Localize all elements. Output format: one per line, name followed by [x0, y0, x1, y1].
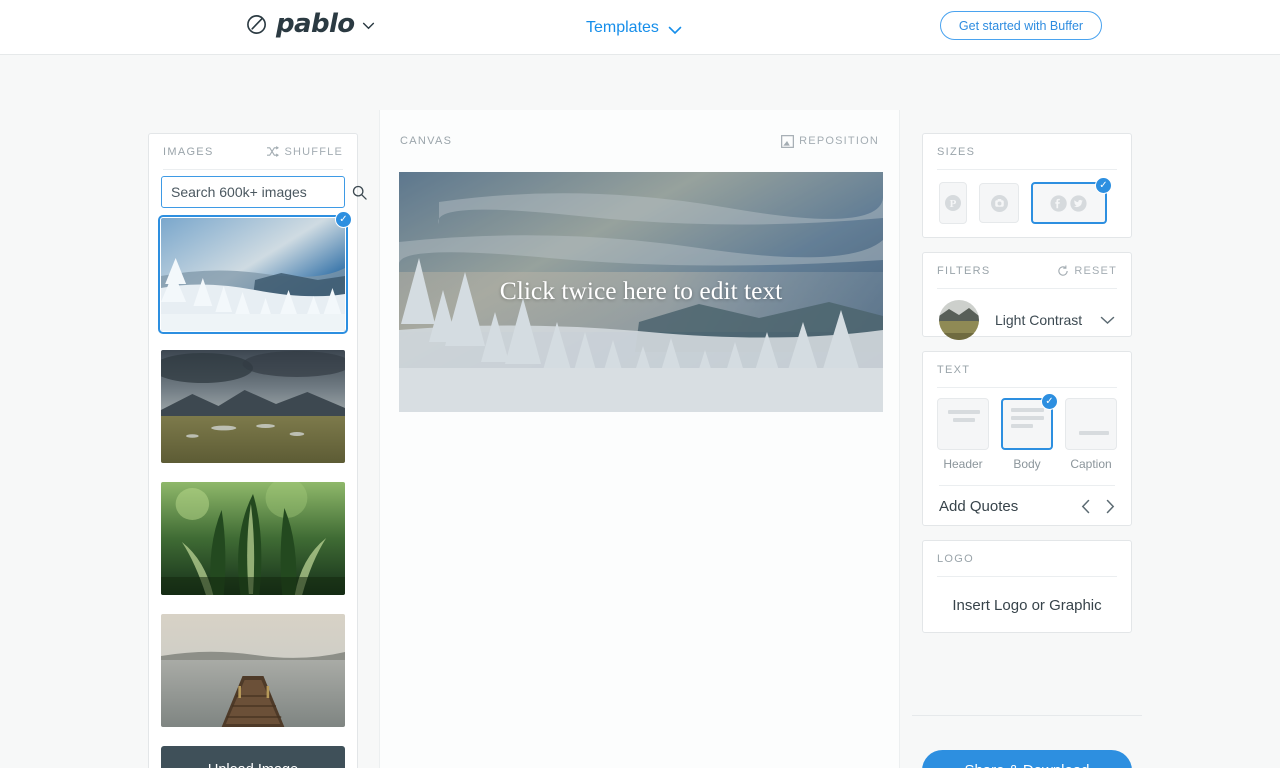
caption-preview — [1065, 398, 1117, 450]
app-header: pablo Templates Get started with Buffer — [0, 0, 1280, 55]
reposition-button[interactable]: REPOSITION — [781, 134, 879, 148]
logo-panel: LOGO Insert Logo or Graphic — [922, 540, 1132, 633]
shuffle-button[interactable]: SHUFFLE — [266, 146, 343, 158]
text-style-body-option[interactable]: ✓ Body — [1001, 393, 1058, 471]
sizes-options: P ✓ — [923, 170, 1131, 224]
reset-filters-button[interactable]: RESET — [1057, 265, 1117, 277]
chevron-right-icon[interactable] — [1106, 499, 1115, 514]
brand-logo[interactable]: pablo — [246, 11, 375, 37]
instagram-icon — [990, 194, 1008, 212]
header-preview — [937, 398, 989, 450]
facebook-twitter-icon — [1050, 194, 1088, 212]
canvas-column: CANVAS REPOSITION Click twice here to ed… — [379, 110, 900, 768]
search-input[interactable] — [171, 184, 352, 200]
thumbnail-art — [161, 614, 345, 727]
templates-menu[interactable]: Templates — [586, 19, 682, 37]
check-circle-icon: ✓ — [335, 211, 352, 228]
get-started-button[interactable]: Get started with Buffer — [940, 11, 1102, 40]
sizes-panel-title: SIZES — [937, 145, 976, 158]
chevron-left-icon[interactable] — [1081, 499, 1090, 514]
size-instagram-option[interactable] — [979, 183, 1019, 223]
text-style-options: Header ✓ Body Caption — [923, 388, 1131, 471]
divider — [912, 715, 1142, 716]
image-thumbnail-stormy-mountain-prairie[interactable] — [161, 350, 345, 463]
body-preview: ✓ — [1001, 393, 1058, 450]
chevron-down-icon — [668, 22, 682, 35]
upload-image-button[interactable]: Upload Image — [161, 746, 345, 768]
image-thumbnail-snowy-forest-winter-landscape[interactable]: ✓ — [158, 211, 352, 334]
add-quotes-label[interactable]: Add Quotes — [939, 498, 1018, 515]
sizes-panel-header: SIZES — [923, 134, 1131, 169]
shuffle-icon — [266, 146, 280, 157]
size-pinterest-option[interactable]: P — [939, 182, 967, 224]
reposition-label: REPOSITION — [799, 135, 879, 147]
logo-panel-title: LOGO — [937, 552, 974, 565]
sizes-panel: SIZES P ✓ — [922, 133, 1132, 238]
chevron-down-icon[interactable] — [362, 18, 375, 30]
preview-line — [1079, 431, 1109, 435]
text-panel: TEXT Header ✓ Body Caption Add Quotes — [922, 351, 1132, 526]
text-style-caption-option[interactable]: Caption — [1065, 398, 1117, 471]
reset-label: RESET — [1074, 264, 1117, 277]
filters-panel-title: FILTERS — [937, 264, 991, 277]
preview-line — [1011, 408, 1044, 412]
image-thumbnail-green-plant-leaves-closeup[interactable] — [161, 482, 345, 595]
thumbnail-art — [161, 482, 345, 595]
image-thumbnail-wooden-pier-on-calm-lake[interactable] — [161, 614, 345, 727]
chevron-down-icon[interactable] — [1100, 316, 1115, 325]
workspace: IMAGES SHUFFLE Search 600k+ images ✓ CAN… — [0, 55, 1280, 768]
logo-panel-header: LOGO — [923, 541, 1131, 576]
canvas-editable-text[interactable]: Click twice here to edit text — [399, 276, 883, 306]
images-panel-title: IMAGES — [163, 145, 214, 158]
reposition-icon — [781, 134, 795, 148]
preview-line — [953, 418, 975, 422]
pinterest-icon: P — [945, 195, 961, 211]
images-panel: IMAGES SHUFFLE Search 600k+ images ✓ — [148, 133, 367, 768]
thumbnail-art — [161, 218, 345, 331]
search-icon[interactable] — [352, 185, 367, 200]
share-and-download-button[interactable]: Share & Download — [922, 750, 1132, 768]
preview-line — [948, 410, 980, 414]
image-thumbnail-list: ✓ — [158, 211, 352, 727]
preview-line — [1011, 424, 1033, 428]
check-circle-icon: ✓ — [1095, 177, 1112, 194]
images-panel-header: IMAGES SHUFFLE — [149, 134, 357, 169]
quotes-nav — [1081, 499, 1115, 514]
shuffle-label: SHUFFLE — [284, 145, 343, 158]
preview-line — [1011, 416, 1044, 420]
canvas-header: CANVAS REPOSITION — [380, 110, 899, 172]
filter-preview-thumbnail — [939, 300, 979, 340]
pablo-circle-slash-logo — [246, 13, 269, 36]
brand-name: pablo — [276, 9, 355, 39]
quotes-row: Add Quotes — [923, 486, 1131, 515]
check-circle-icon: ✓ — [1041, 393, 1058, 410]
divider — [163, 169, 343, 170]
text-style-label: Header — [943, 457, 983, 471]
text-style-header-option[interactable]: Header — [937, 398, 989, 471]
search-box[interactable] — [161, 176, 367, 208]
right-sidebar: SIZES P ✓ FILTERS RESET Light Contrast T… — [922, 133, 1132, 633]
svg-text:P: P — [950, 198, 957, 210]
selected-filter-label: Light Contrast — [995, 312, 1083, 328]
filters-panel: FILTERS RESET Light Contrast — [922, 252, 1132, 340]
text-style-label: Caption — [1070, 457, 1112, 471]
canvas-stage[interactable]: Click twice here to edit text — [399, 172, 883, 412]
filters-panel-header: FILTERS RESET — [923, 253, 1131, 288]
filter-selector[interactable]: Light Contrast — [923, 289, 1131, 340]
text-style-label: Body — [1013, 457, 1041, 471]
text-panel-title: TEXT — [937, 363, 971, 376]
templates-label: Templates — [586, 19, 659, 36]
divider — [937, 576, 1117, 577]
text-panel-header: TEXT — [923, 352, 1131, 387]
thumbnail-art — [161, 350, 345, 463]
reset-icon — [1057, 265, 1069, 277]
insert-logo-button[interactable]: Insert Logo or Graphic — [923, 597, 1131, 614]
canvas-title: CANVAS — [400, 135, 453, 147]
size-facebook-twitter-option[interactable]: ✓ — [1031, 177, 1112, 224]
